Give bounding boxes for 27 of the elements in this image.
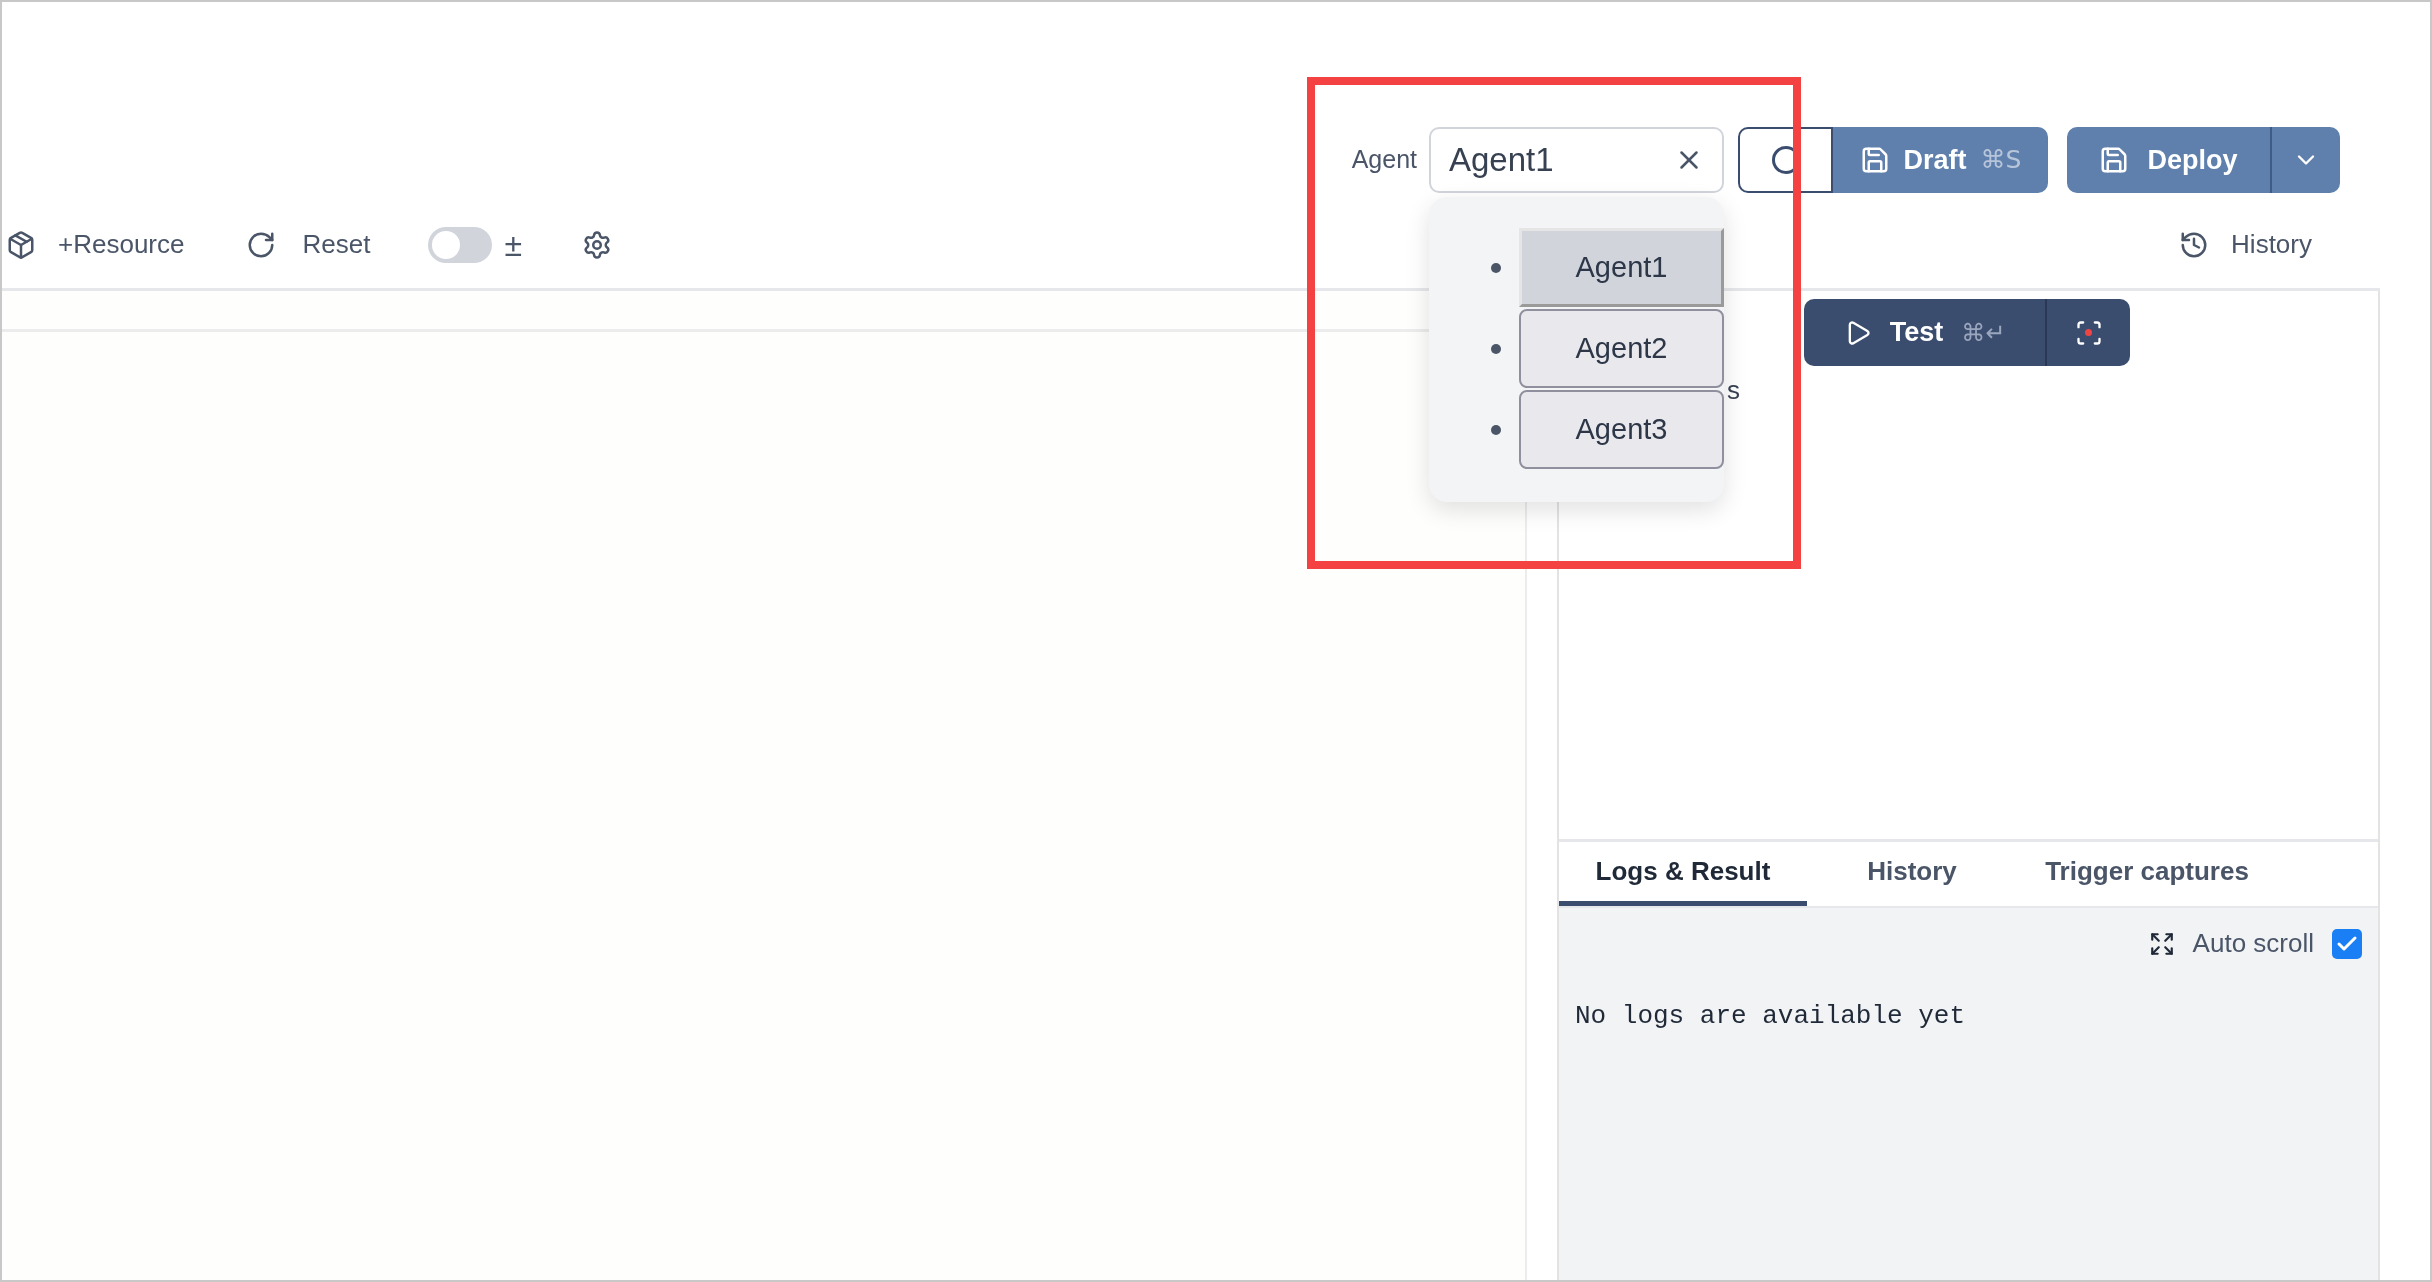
settings-icon[interactable] (581, 229, 612, 260)
auto-scroll-checkbox[interactable] (2332, 928, 2362, 959)
draft-button[interactable]: Draft ⌘S (1833, 127, 2048, 193)
expand-icon[interactable] (2148, 930, 2175, 957)
agent-select[interactable]: Agent1 (1429, 127, 1724, 193)
log-message: No logs are available yet (1575, 1000, 1967, 1033)
box-icon[interactable] (6, 229, 36, 260)
agent-label: Agent (1351, 144, 1417, 176)
toggle-switch[interactable] (428, 226, 493, 263)
bullet-icon (1491, 343, 1501, 354)
bullet-icon (1491, 424, 1501, 435)
bullet-icon (1491, 262, 1501, 273)
panel-tab[interactable]: History (1807, 842, 2017, 906)
deploy-button[interactable]: Deploy (2067, 127, 2270, 193)
agent-option[interactable]: Agent1 (1519, 228, 1724, 307)
resource-button[interactable]: +Resource (58, 225, 185, 264)
agent-option[interactable]: Agent2 (1519, 309, 1724, 388)
toggle-label: ± (504, 225, 522, 265)
history-button[interactable]: History (2231, 225, 2312, 264)
focus-icon (2074, 318, 2103, 347)
hidden-text: s (1727, 374, 1740, 407)
panel-tab[interactable]: Trigger captures (2017, 842, 2277, 906)
test-button[interactable]: Test ⌘↵ (1804, 299, 2045, 366)
reset-button[interactable]: Reset (302, 225, 371, 264)
auto-scroll-label: Auto scroll (2192, 927, 2314, 960)
agent-option[interactable]: Agent3 (1519, 390, 1724, 469)
loading-button[interactable] (1738, 127, 1833, 193)
